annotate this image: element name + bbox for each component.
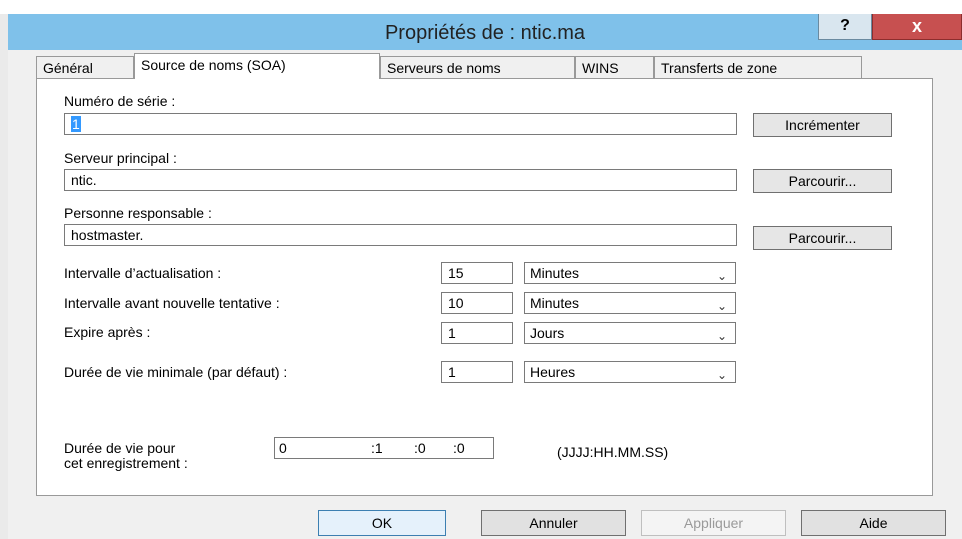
tab-wins[interactable]: WINS — [575, 56, 654, 78]
tab-zone-transfers[interactable]: Transferts de zone — [654, 56, 862, 78]
close-icon[interactable]: x — [872, 14, 962, 40]
record-ttl-label-line2: cet enregistrement : — [64, 455, 188, 471]
retry-interval-input[interactable]: 10 — [441, 292, 513, 314]
help-button[interactable]: Aide — [801, 510, 946, 536]
serial-input[interactable]: 1 — [64, 113, 737, 135]
refresh-interval-unit: Minutes — [530, 265, 580, 281]
ok-button[interactable]: OK — [318, 510, 446, 536]
chevron-down-icon: ⌄ — [716, 269, 727, 283]
expire-after-label: Expire après : — [64, 324, 151, 340]
retry-interval-unit-select[interactable]: Minutes ⌄ — [524, 292, 736, 314]
ttl-seconds: :0 — [453, 440, 465, 456]
chevron-down-icon: ⌄ — [716, 368, 727, 382]
tab-panel-soa — [36, 78, 933, 496]
expire-after-input[interactable]: 1 — [441, 322, 513, 344]
refresh-interval-label: Intervalle d’actualisation : — [64, 265, 222, 281]
ttl-hours: :1 — [371, 440, 383, 456]
cancel-button[interactable]: Annuler — [481, 510, 626, 536]
serial-label: Numéro de série : — [64, 93, 176, 109]
minimum-ttl-label: Durée de vie minimale (par défaut) : — [64, 364, 288, 380]
responsible-person-label: Personne responsable : — [64, 205, 212, 221]
tab-general[interactable]: Général — [36, 56, 134, 78]
minimum-ttl-unit: Heures — [530, 364, 576, 380]
serial-value: 1 — [71, 116, 81, 132]
background-strip — [0, 0, 962, 14]
browse-primary-button[interactable]: Parcourir... — [753, 169, 892, 193]
dialog-window: Propriétés de : ntic.ma ? x Général Sour… — [0, 0, 962, 539]
minimum-ttl-unit-select[interactable]: Heures ⌄ — [524, 361, 736, 383]
record-ttl-label-line1: Durée de vie pour — [64, 440, 176, 456]
retry-interval-label: Intervalle avant nouvelle tentative : — [64, 295, 280, 311]
chevron-down-icon: ⌄ — [716, 329, 727, 343]
browse-responsible-button[interactable]: Parcourir... — [753, 226, 892, 250]
expire-after-unit-select[interactable]: Jours ⌄ — [524, 322, 736, 344]
refresh-interval-unit-select[interactable]: Minutes ⌄ — [524, 262, 736, 284]
tab-soa[interactable]: Source de noms (SOA) — [134, 53, 380, 79]
tab-name-servers[interactable]: Serveurs de noms — [380, 56, 575, 78]
chevron-down-icon: ⌄ — [716, 299, 727, 313]
apply-button[interactable]: Appliquer — [641, 510, 786, 536]
ttl-minutes: :0 — [414, 440, 426, 456]
ttl-days: 0 — [279, 440, 287, 456]
minimum-ttl-input[interactable]: 1 — [441, 361, 513, 383]
responsible-person-input[interactable]: hostmaster. — [64, 224, 737, 246]
expire-after-unit: Jours — [530, 325, 565, 341]
retry-interval-unit: Minutes — [530, 295, 580, 311]
record-ttl-input[interactable]: 0 :1 :0 :0 — [274, 437, 494, 459]
increment-button[interactable]: Incrémenter — [753, 113, 892, 137]
primary-server-input[interactable]: ntic. — [64, 169, 737, 191]
refresh-interval-input[interactable]: 15 — [441, 262, 513, 284]
ttl-format-hint: (JJJJ:HH.MM.SS) — [557, 444, 669, 460]
primary-server-label: Serveur principal : — [64, 150, 177, 166]
help-icon[interactable]: ? — [818, 14, 872, 40]
